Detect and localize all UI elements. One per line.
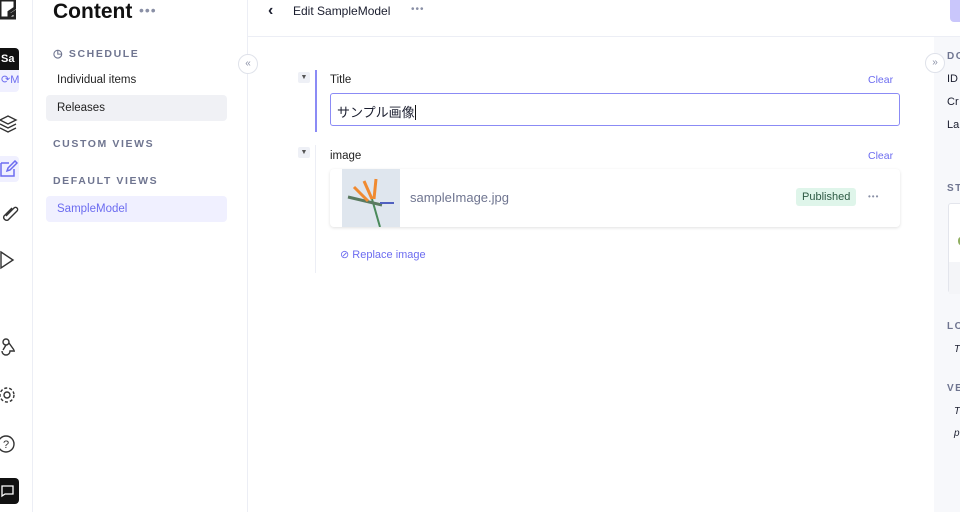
logo-icon[interactable] — [0, 0, 16, 22]
details-panel: DO ID Cr La ST LO T VE T p — [934, 37, 960, 512]
project-switcher[interactable]: Sa ⟳M — [0, 48, 19, 92]
edit-icon — [0, 159, 19, 177]
play-icon[interactable] — [0, 250, 20, 270]
default-views-heading: DEFAULT VIEWS — [53, 175, 159, 187]
custom-views-heading: CUSTOM VIEWS — [53, 138, 155, 150]
settings-icon[interactable] — [0, 385, 20, 405]
editor-header: ‹ Edit SampleModel ••• — [248, 0, 934, 37]
asset-card[interactable]: sampleImage.jpg Published ••• — [330, 169, 900, 227]
versions-text-1: T — [954, 406, 960, 417]
status-badge: Published — [796, 188, 857, 206]
title-clear-button[interactable]: Clear — [868, 74, 893, 86]
clock-icon: ◷ — [53, 48, 69, 60]
paperclip-icon[interactable] — [0, 204, 20, 224]
sidebar-more-button[interactable]: ••• — [139, 2, 157, 18]
locales-text: T — [954, 344, 960, 355]
editor: ‹ Edit SampleModel ••• ▼ Title Clear サンプ… — [248, 0, 934, 512]
status-heading: ST — [947, 183, 960, 194]
layers-icon[interactable] — [0, 114, 20, 134]
asset-filename: sampleImage.jpg — [410, 190, 509, 205]
asset-more-button[interactable]: ••• — [868, 192, 879, 201]
title-input[interactable]: サンプル画像 — [330, 93, 900, 126]
sync-icon: ⟳ — [1, 74, 11, 86]
project-initials: Sa — [0, 48, 19, 70]
sidebar-item-samplemodel[interactable]: SampleModel — [46, 196, 227, 222]
versions-heading: VE — [947, 383, 960, 394]
app-rail: Sa ⟳M ? — [0, 0, 33, 512]
editor-more-button[interactable]: ••• — [411, 4, 425, 15]
sidebar-item-releases[interactable]: Releases — [46, 95, 227, 121]
sidebar-item-individual-items[interactable]: Individual items — [46, 67, 227, 93]
status-card — [948, 203, 960, 294]
chat-button[interactable] — [0, 478, 19, 504]
right-header — [934, 0, 960, 37]
replace-image-button[interactable]: ⊘ Replace image — [340, 248, 426, 261]
details-heading: DO — [947, 51, 960, 62]
editor-title: Edit SampleModel — [293, 4, 391, 18]
chat-icon — [1, 485, 14, 498]
webhook-icon[interactable] — [0, 337, 20, 357]
image-clear-button[interactable]: Clear — [868, 150, 893, 162]
svg-text:?: ? — [3, 439, 9, 451]
id-label: ID — [947, 73, 958, 85]
versions-text-2: p — [954, 428, 960, 439]
nav-content[interactable] — [0, 156, 19, 182]
collapse-title-field[interactable]: ▼ — [298, 72, 310, 83]
link-icon: ⊘ — [340, 249, 353, 261]
field-divider — [315, 145, 316, 273]
help-icon[interactable]: ? — [0, 434, 20, 454]
image-thumbnail — [342, 169, 400, 227]
back-icon[interactable]: ‹ — [268, 2, 273, 20]
collapse-details-button[interactable]: » — [925, 53, 945, 73]
locales-heading: LO — [947, 321, 960, 332]
schedule-heading: ◷ SCHEDULE — [53, 48, 140, 60]
title-label: Title — [330, 74, 352, 86]
focus-indicator — [315, 70, 317, 132]
collapse-image-field[interactable]: ▼ — [298, 147, 310, 158]
created-label: Cr — [947, 96, 959, 108]
env-label: M — [10, 74, 20, 86]
sidebar-title: Content — [53, 0, 133, 23]
last-updated-label: La — [947, 119, 960, 131]
image-label: image — [330, 150, 362, 162]
content-sidebar: Content ••• ◷ SCHEDULE Individual items … — [33, 0, 248, 512]
